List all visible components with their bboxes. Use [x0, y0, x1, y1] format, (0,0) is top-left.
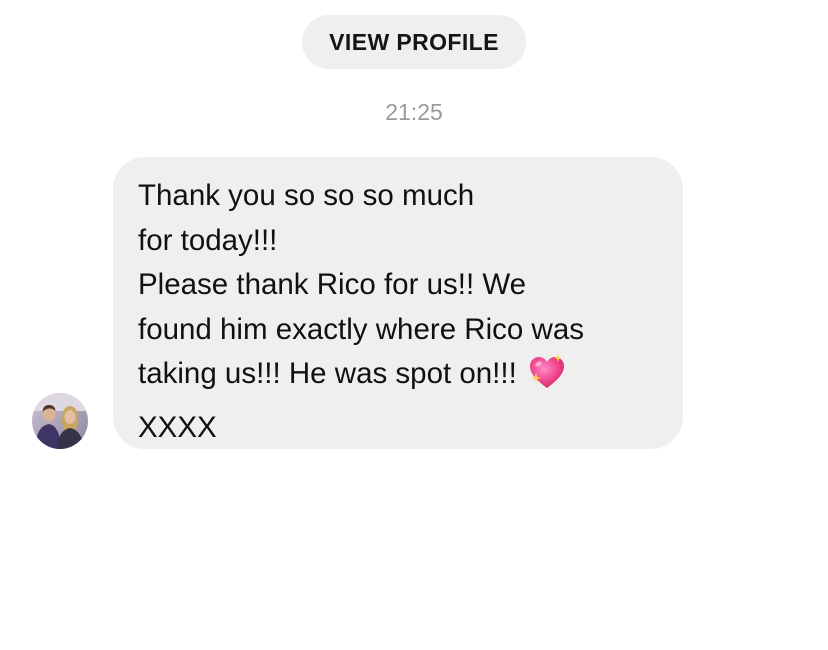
message-text-line: for today!!!: [138, 223, 278, 257]
message-timestamp: 21:25: [385, 99, 443, 125]
message-text-line: Please thank Rico for us!! We: [138, 268, 527, 301]
message-text-line: Thank you so so so much: [138, 179, 475, 212]
avatar-photo-icon: [32, 393, 88, 449]
view-profile-button[interactable]: VIEW PROFILE: [302, 15, 526, 69]
message-bubble[interactable]: Thank you so so so much for today!!! Ple…: [113, 157, 683, 449]
message-text-segment: taking us!!! He was spot on!!!: [138, 357, 517, 390]
sender-avatar[interactable]: [32, 393, 88, 449]
message-text-line: XXXX: [138, 410, 217, 444]
sparkling-heart-icon: [527, 352, 567, 406]
message-text-line-with-emoji: taking us!!! He was spot on!!!: [138, 352, 663, 406]
message-text-line: found him exactly where Rico was: [138, 312, 584, 346]
